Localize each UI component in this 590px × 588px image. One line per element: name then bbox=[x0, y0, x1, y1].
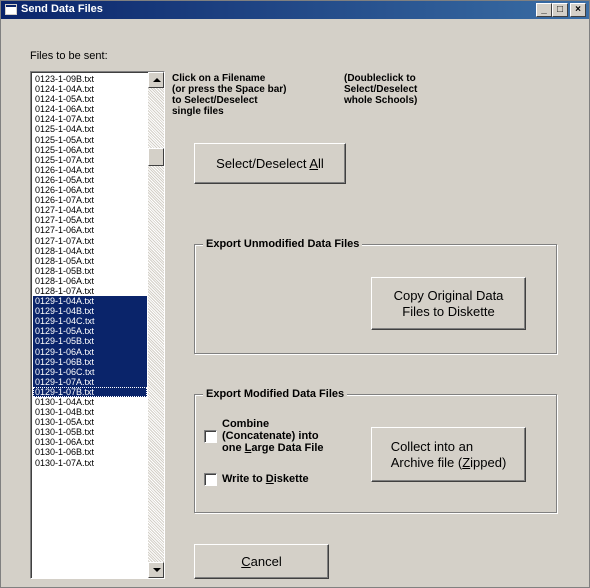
list-item[interactable]: 0124-1-05A.txt bbox=[33, 94, 147, 104]
write-to-diskette-label[interactable]: Write to Diskette bbox=[222, 473, 309, 485]
list-item[interactable]: 0129-1-06B.txt bbox=[33, 356, 147, 367]
list-item[interactable]: 0127-1-07A.txt bbox=[33, 236, 147, 246]
list-item[interactable]: 0129-1-06C.txt bbox=[33, 366, 147, 377]
hint-line: (or press the Space bar) bbox=[172, 84, 287, 95]
close-button[interactable]: × bbox=[570, 3, 586, 17]
combine-label[interactable]: Combine (Concatenate) into one Large Dat… bbox=[222, 418, 324, 454]
list-item[interactable]: 0124-1-04A.txt bbox=[33, 84, 147, 94]
copy-original-files-button[interactable]: Copy Original Data Files to Diskette bbox=[371, 277, 526, 330]
list-item[interactable]: 0124-1-06A.txt bbox=[33, 104, 147, 114]
list-item[interactable]: 0128-1-06A.txt bbox=[33, 276, 147, 286]
hint-line: single files bbox=[172, 106, 224, 117]
single-select-hint: Click on a Filename (or press the Space … bbox=[172, 73, 286, 117]
export-modified-caption: Export Modified Data Files bbox=[203, 388, 348, 400]
list-item[interactable]: 0129-1-07A.txt bbox=[33, 376, 147, 387]
hint-line: (Doubleclick to bbox=[344, 73, 416, 84]
scroll-thumb[interactable] bbox=[148, 148, 164, 166]
list-item[interactable]: 0126-1-04A.txt bbox=[33, 165, 147, 175]
list-item[interactable]: 0130-1-05A.txt bbox=[33, 417, 147, 427]
list-item[interactable]: 0125-1-04A.txt bbox=[33, 124, 147, 134]
list-item[interactable]: 0126-1-06A.txt bbox=[33, 185, 147, 195]
list-item[interactable]: 0127-1-05A.txt bbox=[33, 215, 147, 225]
copy-original-label: Copy Original Data Files to Diskette bbox=[393, 287, 504, 319]
combine-checkbox[interactable] bbox=[204, 430, 217, 443]
select-all-label: Select/Deselect All bbox=[216, 155, 324, 171]
list-item[interactable]: 0129-1-06A.txt bbox=[33, 346, 147, 357]
scroll-down-button[interactable] bbox=[148, 562, 164, 578]
collect-archive-label: Collect into an Archive file (Zipped) bbox=[390, 438, 507, 470]
send-data-files-window: Send Data Files _ □ × Files to be sent: … bbox=[0, 0, 590, 588]
list-item[interactable]: 0130-1-06A.txt bbox=[33, 437, 147, 447]
cancel-button[interactable]: Cancel bbox=[194, 544, 329, 579]
list-item[interactable]: 0124-1-07A.txt bbox=[33, 114, 147, 124]
list-item[interactable]: 0129-1-04C.txt bbox=[33, 316, 147, 327]
list-item[interactable]: 0128-1-05A.txt bbox=[33, 256, 147, 266]
list-item[interactable]: 0126-1-07A.txt bbox=[33, 195, 147, 205]
list-item[interactable]: 0129-1-05B.txt bbox=[33, 336, 147, 347]
list-item[interactable]: 0129-1-07B.txt bbox=[33, 386, 147, 397]
hint-line: whole Schools) bbox=[344, 95, 418, 106]
arrow-down-icon bbox=[153, 568, 161, 572]
list-item[interactable]: 0129-1-05A.txt bbox=[33, 326, 147, 337]
collect-archive-button[interactable]: Collect into an Archive file (Zipped) bbox=[371, 427, 526, 482]
list-item[interactable]: 0130-1-04B.txt bbox=[33, 407, 147, 417]
app-icon bbox=[5, 4, 17, 15]
select-deselect-all-button[interactable]: Select/Deselect All bbox=[194, 143, 346, 184]
file-list: 0123-1-09B.txt 0124-1-04A.txt 0124-1-05A.t… bbox=[33, 74, 147, 468]
list-item[interactable]: 0130-1-06B.txt bbox=[33, 447, 147, 457]
double-click-hint: (Doubleclick to Select/Deselect whole Sc… bbox=[344, 73, 417, 106]
export-unmodified-caption: Export Unmodified Data Files bbox=[203, 238, 363, 250]
minimize-icon: _ bbox=[541, 4, 547, 15]
list-item[interactable]: 0130-1-07A.txt bbox=[33, 458, 147, 468]
maximize-icon: □ bbox=[556, 4, 564, 15]
window-title: Send Data Files bbox=[21, 3, 103, 15]
list-item[interactable]: 0127-1-06A.txt bbox=[33, 225, 147, 235]
close-icon: × bbox=[575, 4, 581, 15]
list-item[interactable]: 0128-1-04A.txt bbox=[33, 246, 147, 256]
vertical-scrollbar[interactable] bbox=[148, 72, 164, 578]
list-item[interactable]: 0125-1-06A.txt bbox=[33, 145, 147, 155]
list-item[interactable]: 0130-1-04A.txt bbox=[33, 397, 147, 407]
list-item[interactable]: 0130-1-05B.txt bbox=[33, 427, 147, 437]
scroll-up-button[interactable] bbox=[148, 72, 164, 88]
hint-line: Select/Deselect bbox=[344, 84, 418, 95]
list-item[interactable]: 0129-1-04B.txt bbox=[33, 306, 147, 317]
arrow-up-icon bbox=[153, 78, 161, 82]
file-listbox[interactable]: 0123-1-09B.txt 0124-1-04A.txt 0124-1-05A.t… bbox=[30, 71, 165, 579]
title-bar[interactable]: Send Data Files _ □ × bbox=[1, 1, 589, 19]
list-item[interactable]: 0129-1-04A.txt bbox=[33, 296, 147, 307]
hint-line: to Select/Deselect bbox=[172, 95, 258, 106]
cancel-label: Cancel bbox=[241, 553, 282, 569]
files-label: Files to be sent: bbox=[30, 50, 108, 62]
list-item[interactable]: 0125-1-05A.txt bbox=[33, 135, 147, 145]
maximize-button[interactable]: □ bbox=[552, 3, 568, 17]
minimize-button[interactable]: _ bbox=[536, 3, 552, 17]
list-item[interactable]: 0128-1-05B.txt bbox=[33, 266, 147, 276]
list-item[interactable]: 0123-1-09B.txt bbox=[33, 74, 147, 84]
list-item[interactable]: 0128-1-07A.txt bbox=[33, 286, 147, 296]
list-item[interactable]: 0125-1-07A.txt bbox=[33, 155, 147, 165]
list-item[interactable]: 0126-1-05A.txt bbox=[33, 175, 147, 185]
hint-line: Click on a Filename bbox=[172, 73, 266, 84]
list-item[interactable]: 0127-1-04A.txt bbox=[33, 205, 147, 215]
write-to-diskette-checkbox[interactable] bbox=[204, 473, 217, 486]
